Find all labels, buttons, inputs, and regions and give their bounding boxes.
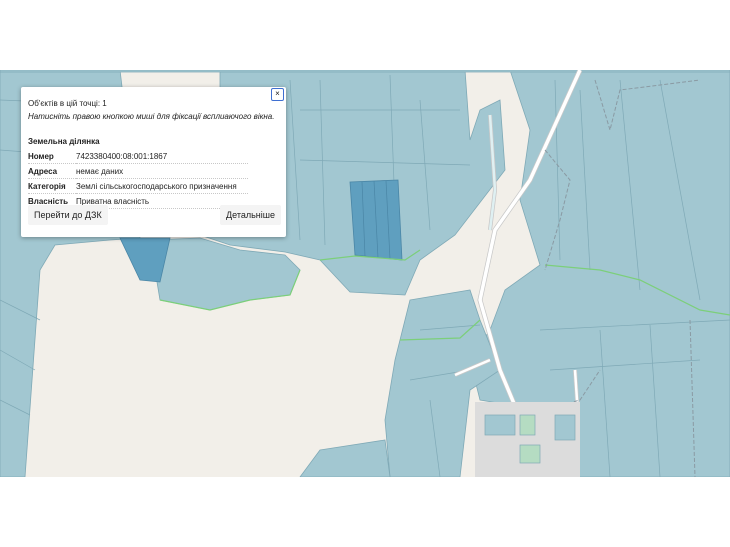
table-row: Номер 7423380400:08:001:1867 <box>28 149 248 164</box>
parcel-info-popup: × Об'єктів в цій точці: 1 Натисніть прав… <box>21 87 286 237</box>
row-value-category: Землі сільськогосподарського призначення <box>76 178 248 194</box>
row-value-number: 7423380400:08:001:1867 <box>76 149 248 164</box>
table-row: Категорія Землі сільськогосподарського п… <box>28 178 248 194</box>
urban-area <box>475 402 580 477</box>
table-row: Адреса немає даних <box>28 163 248 179</box>
popup-hint: Натисніть правою кнопкою миші для фіксац… <box>28 112 275 121</box>
go-to-dzk-button[interactable]: Перейти до ДЗК <box>28 205 108 225</box>
row-key-address: Адреса <box>28 163 76 179</box>
details-button[interactable]: Детальніше <box>220 205 281 225</box>
row-key-number: Номер <box>28 149 76 164</box>
parcel-attributes-table: Номер 7423380400:08:001:1867 Адреса нема… <box>28 149 248 209</box>
row-value-address: немає даних <box>76 163 248 179</box>
section-title: Земельна ділянка <box>28 137 100 146</box>
row-key-category: Категорія <box>28 178 76 194</box>
close-icon[interactable]: × <box>271 88 284 101</box>
objects-count: Об'єктів в цій точці: 1 <box>28 99 107 108</box>
